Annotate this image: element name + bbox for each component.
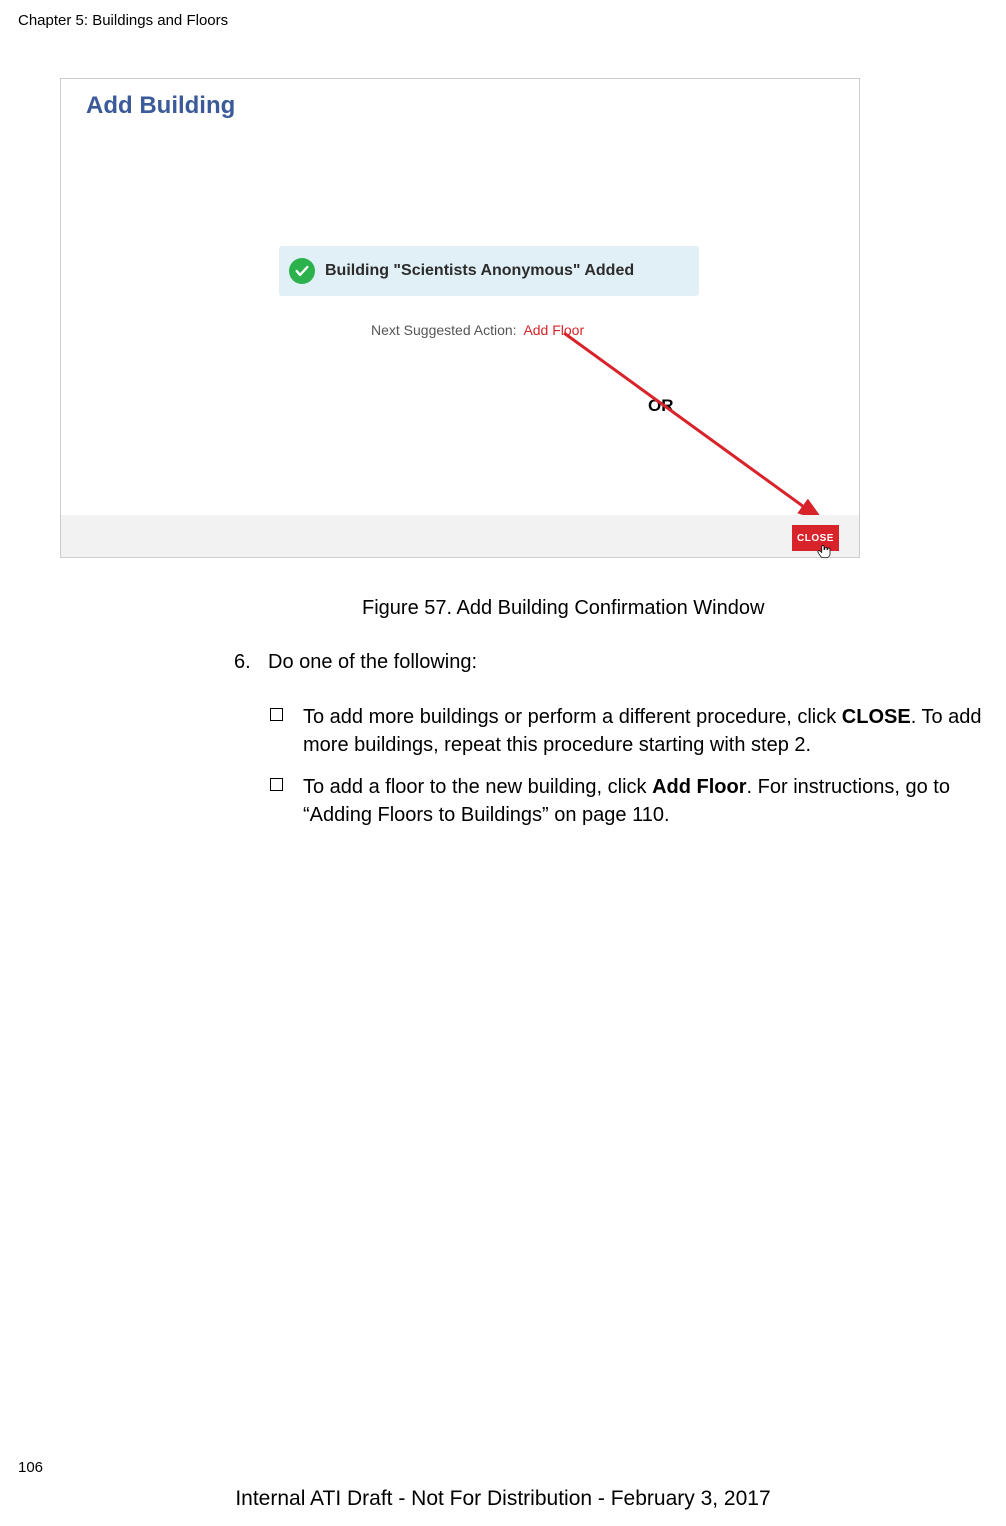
bullet-text: To add a floor to the new building, clic…: [303, 773, 990, 829]
step-text: Do one of the following:: [268, 651, 477, 674]
cursor-hand-icon: [815, 541, 833, 561]
footer-watermark: Internal ATI Draft - Not For Distributio…: [0, 1487, 1006, 1511]
step-number: 6.: [234, 651, 251, 674]
bullet-list: To add more buildings or perform a diffe…: [270, 703, 990, 843]
next-action-row: Next Suggested Action: Add Floor: [371, 322, 584, 338]
success-check-icon: [289, 258, 315, 284]
confirmation-banner: Building "Scientists Anonymous" Added: [279, 246, 699, 296]
list-item: To add more buildings or perform a diffe…: [270, 703, 990, 759]
bullet-text: To add more buildings or perform a diffe…: [303, 703, 990, 759]
confirmation-message: Building "Scientists Anonymous" Added: [325, 262, 634, 280]
figure-screenshot: Add Building Building "Scientists Anonym…: [60, 78, 860, 558]
list-item: To add a floor to the new building, clic…: [270, 773, 990, 829]
figure-caption: Figure 57. Add Building Confirmation Win…: [362, 597, 764, 620]
chapter-header: Chapter 5: Buildings and Floors: [18, 12, 228, 29]
dialog-title: Add Building: [86, 92, 235, 120]
page-number: 106: [18, 1459, 43, 1476]
bullet-marker-icon: [270, 778, 283, 791]
bullet-marker-icon: [270, 708, 283, 721]
dialog-footer-bar: CLOSE: [61, 515, 859, 557]
next-action-label: Next Suggested Action:: [371, 322, 517, 338]
annotation-arrow-icon: [559, 323, 849, 538]
